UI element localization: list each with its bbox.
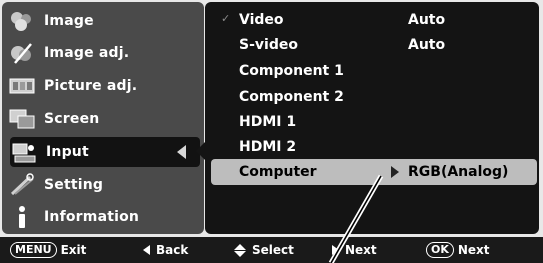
submenu-item-hdmi-1[interactable]: HDMI 1	[205, 110, 539, 134]
check-icon: ✓	[221, 12, 231, 25]
menu-item-information[interactable]: Information	[8, 202, 200, 232]
submenu-item-name: S-video	[239, 37, 298, 53]
submenu-item-name: Component 2	[239, 89, 344, 105]
footer-exit[interactable]: MENU Exit	[10, 241, 86, 259]
menu-item-screen[interactable]: Screen	[8, 104, 200, 134]
menu-item-label: Picture adj.	[44, 78, 138, 94]
arrow-left-icon	[143, 245, 150, 255]
image-adj-icon	[8, 40, 36, 66]
footer-select-label: Select	[252, 243, 294, 257]
menu-item-label: Input	[46, 144, 89, 160]
footer-select[interactable]: Select	[234, 241, 294, 259]
submenu-item-hdmi-2[interactable]: HDMI 2	[205, 135, 539, 159]
input-submenu-panel: ✓ Video Auto S-video Auto Component 1 Co…	[205, 2, 539, 234]
submenu-item-computer[interactable]: Computer RGB(Analog)	[211, 159, 537, 185]
menu-key-icon: MENU	[10, 242, 57, 258]
submenu-item-name: Video	[239, 12, 284, 28]
submenu-item-s-video[interactable]: S-video Auto	[205, 33, 539, 57]
menu-item-label: Image adj.	[44, 45, 130, 61]
ok-key-icon: OK	[426, 242, 454, 258]
menu-item-input[interactable]: Input	[10, 137, 200, 167]
input-icon	[10, 139, 38, 165]
footer-bar: MENU Exit Back Select Next OK Next	[0, 237, 543, 263]
footer-back-label: Back	[156, 243, 189, 257]
submenu-item-value: Auto	[408, 37, 446, 53]
menu-item-setting[interactable]: Setting	[8, 170, 200, 200]
picture-adj-icon	[8, 73, 36, 99]
menu-item-image-adj[interactable]: Image adj.	[8, 38, 200, 68]
osd-menu: Image Image adj. Picture adj. Screen Inp…	[0, 0, 543, 243]
menu-item-label: Image	[44, 13, 94, 29]
footer-ok-label: Next	[457, 243, 490, 257]
submenu-item-name: HDMI 1	[239, 114, 297, 130]
arrow-left-icon	[177, 145, 186, 159]
arrow-right-icon	[391, 166, 399, 178]
menu-item-image[interactable]: Image	[8, 6, 200, 36]
footer-next-label: Next	[345, 243, 377, 257]
submenu-item-name: HDMI 2	[239, 139, 297, 155]
setting-icon	[8, 172, 36, 198]
footer-ok[interactable]: OK Next	[426, 241, 490, 259]
submenu-item-value: Auto	[408, 12, 446, 28]
submenu-item-name: Component 1	[239, 63, 344, 79]
submenu-item-value: RGB(Analog)	[408, 164, 509, 180]
submenu-item-name: Computer	[239, 164, 317, 180]
menu-item-label: Screen	[44, 111, 100, 127]
menu-item-picture-adj[interactable]: Picture adj.	[8, 71, 200, 101]
submenu-item-video[interactable]: ✓ Video Auto	[205, 8, 539, 32]
footer-next[interactable]: Next	[332, 241, 377, 259]
submenu-item-component-2[interactable]: Component 2	[205, 85, 539, 109]
main-menu-panel: Image Image adj. Picture adj. Screen Inp…	[2, 2, 204, 234]
menu-item-label: Information	[44, 209, 140, 225]
screen-icon	[8, 106, 36, 132]
up-down-icon	[234, 243, 246, 257]
image-icon	[8, 8, 36, 34]
submenu-item-component-1[interactable]: Component 1	[205, 59, 539, 83]
footer-back[interactable]: Back	[143, 241, 188, 259]
information-icon	[8, 204, 36, 230]
footer-exit-label: Exit	[60, 243, 87, 257]
arrow-right-icon	[332, 245, 339, 255]
menu-item-label: Setting	[44, 177, 104, 193]
